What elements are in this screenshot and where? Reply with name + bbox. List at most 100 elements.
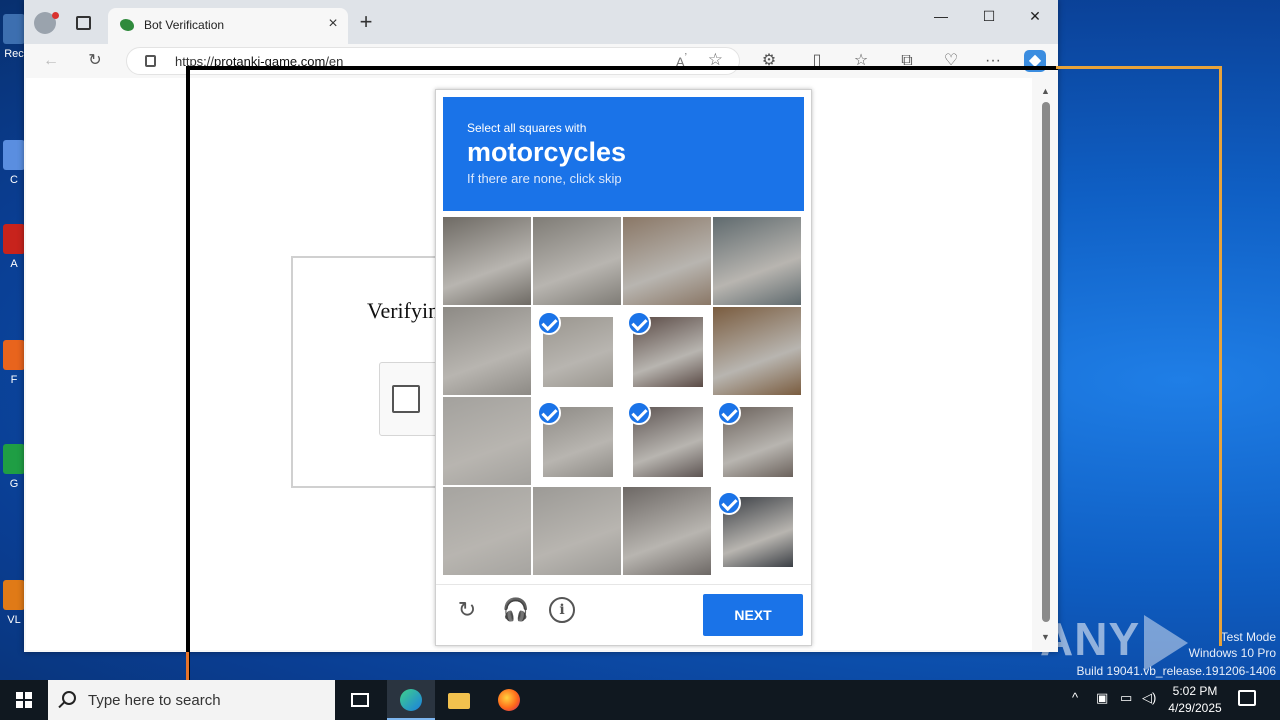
url-text: https://protanki-game.com/en bbox=[175, 54, 344, 69]
scrollbar-thumb[interactable] bbox=[1042, 102, 1050, 622]
tray-device-icon[interactable]: ▣ bbox=[1096, 690, 1108, 706]
maximize-button[interactable]: ☐ bbox=[966, 0, 1012, 32]
captcha-tile[interactable] bbox=[443, 307, 531, 395]
clock-date: 4/29/2025 bbox=[1168, 701, 1222, 715]
headphones-icon[interactable]: 🎧 bbox=[502, 597, 529, 623]
taskbar-edge[interactable] bbox=[387, 680, 435, 720]
shortcut-icon bbox=[3, 224, 25, 254]
extensions-icon[interactable]: ⚙ bbox=[758, 50, 780, 72]
captcha-tile[interactable] bbox=[713, 487, 801, 575]
favorite-star-icon[interactable]: ☆ bbox=[708, 50, 723, 70]
shortcut-label: F bbox=[10, 374, 18, 386]
captcha-tile-image bbox=[713, 307, 801, 395]
info-icon[interactable]: i bbox=[549, 597, 575, 623]
desktop-shortcut[interactable]: G bbox=[2, 444, 26, 490]
task-view-button[interactable] bbox=[336, 680, 384, 720]
volume-icon[interactable]: ◁) bbox=[1142, 690, 1156, 706]
anyrun-logo: ANYRUN bbox=[1040, 612, 1280, 680]
reload-icon[interactable]: ↻ bbox=[454, 597, 480, 623]
captcha-tile[interactable] bbox=[623, 217, 711, 305]
captcha-tile[interactable] bbox=[443, 487, 531, 575]
clock-time: 5:02 PM bbox=[1172, 684, 1218, 698]
copilot-icon[interactable]: ◆ bbox=[1024, 50, 1046, 72]
address-bar[interactable]: https://protanki-game.com/en Aʼ ☆ bbox=[126, 47, 740, 75]
scrollbar[interactable]: ▲ ▼ bbox=[1040, 84, 1052, 644]
site-favicon-icon bbox=[120, 19, 134, 31]
scroll-down-icon[interactable]: ▼ bbox=[1041, 632, 1050, 642]
scroll-up-icon[interactable]: ▲ bbox=[1041, 86, 1050, 96]
overlay-line-orange bbox=[186, 652, 189, 682]
captcha-tile[interactable] bbox=[443, 397, 531, 485]
captcha-tile-image bbox=[713, 217, 801, 305]
selected-check-icon bbox=[717, 401, 741, 425]
captcha-tile[interactable] bbox=[713, 217, 801, 305]
settings-more-icon[interactable]: ··· bbox=[982, 50, 1004, 72]
captcha-footer: ↻ 🎧 i NEXT bbox=[436, 584, 811, 646]
taskbar-file-explorer[interactable] bbox=[435, 680, 483, 720]
minimize-button[interactable]: — bbox=[918, 0, 964, 32]
captcha-instruction: Select all squares with bbox=[467, 121, 587, 135]
browser-essentials-icon[interactable]: ♡ bbox=[940, 50, 962, 72]
shortcut-label: G bbox=[9, 478, 19, 490]
selected-check-icon bbox=[627, 401, 651, 425]
selected-check-icon bbox=[627, 311, 651, 335]
captcha-tile[interactable] bbox=[533, 217, 621, 305]
captcha-tile-image bbox=[443, 217, 531, 305]
not-robot-checkbox[interactable] bbox=[392, 385, 420, 413]
selected-check-icon bbox=[537, 401, 561, 425]
shortcut-label: C bbox=[10, 174, 18, 186]
read-aloud-icon[interactable]: Aʼ bbox=[676, 52, 687, 69]
edge-icon bbox=[400, 689, 422, 711]
close-window-button[interactable]: ✕ bbox=[1012, 0, 1058, 32]
network-icon[interactable]: ▭ bbox=[1120, 690, 1132, 706]
taskbar-firefox[interactable] bbox=[485, 680, 533, 720]
captcha-tile[interactable] bbox=[443, 217, 531, 305]
tab-actions-icon[interactable] bbox=[76, 16, 91, 30]
captcha-tile[interactable] bbox=[713, 307, 801, 395]
tab-bar: Bot Verification × + — ☐ ✕ bbox=[24, 0, 1058, 44]
desktop-shortcut[interactable]: VL bbox=[2, 580, 26, 626]
back-arrow-icon[interactable]: ← bbox=[40, 50, 62, 72]
windows-logo-icon bbox=[16, 692, 32, 708]
search-placeholder: Type here to search bbox=[88, 692, 221, 709]
desktop-shortcut[interactable]: C bbox=[2, 140, 26, 186]
start-button[interactable] bbox=[0, 680, 48, 720]
taskbar-clock[interactable]: 5:02 PM 4/29/2025 bbox=[1160, 683, 1230, 717]
tab-close-icon[interactable]: × bbox=[324, 15, 342, 33]
captcha-tile[interactable] bbox=[623, 307, 711, 395]
desktop-shortcut[interactable]: Rec bbox=[2, 14, 26, 60]
favorites-icon[interactable]: ☆ bbox=[850, 50, 872, 72]
desktop-shortcut[interactable]: A bbox=[2, 224, 26, 270]
captcha-tile[interactable] bbox=[623, 487, 711, 575]
captcha-challenge: Select all squares with motorcycles If t… bbox=[435, 89, 812, 646]
captcha-tile-image bbox=[623, 487, 711, 575]
taskbar-search[interactable]: Type here to search bbox=[48, 680, 335, 720]
show-hidden-icons[interactable]: ^ bbox=[1072, 690, 1078, 705]
new-tab-button[interactable]: + bbox=[354, 10, 378, 34]
captcha-tile[interactable] bbox=[533, 487, 621, 575]
notifications-icon[interactable] bbox=[1238, 690, 1256, 706]
desktop-shortcut[interactable]: F bbox=[2, 340, 26, 386]
shortcut-icon bbox=[3, 340, 25, 370]
captcha-tile[interactable] bbox=[533, 397, 621, 485]
collections-icon[interactable]: ⧉ bbox=[896, 50, 918, 72]
shortcut-label: Rec bbox=[4, 48, 24, 60]
captcha-header: Select all squares with motorcycles If t… bbox=[443, 97, 804, 211]
search-icon bbox=[62, 691, 76, 705]
captcha-tile[interactable] bbox=[623, 397, 711, 485]
lock-icon[interactable] bbox=[145, 55, 156, 67]
captcha-image-grid bbox=[443, 217, 803, 577]
captcha-tile[interactable] bbox=[713, 397, 801, 485]
shortcut-icon bbox=[3, 580, 25, 610]
tab-bot-verification[interactable]: Bot Verification × bbox=[108, 8, 348, 44]
captcha-tile-image bbox=[533, 487, 621, 575]
next-button[interactable]: NEXT bbox=[703, 594, 803, 636]
split-screen-icon[interactable]: ▯ bbox=[806, 50, 828, 72]
captcha-tile-image bbox=[443, 487, 531, 575]
captcha-tile-image bbox=[533, 217, 621, 305]
navigation-toolbar: ← ↻ https://protanki-game.com/en Aʼ ☆ ⚙ … bbox=[24, 44, 1058, 78]
refresh-icon[interactable]: ↻ bbox=[84, 50, 106, 72]
task-view-icon bbox=[351, 693, 369, 707]
captcha-tile[interactable] bbox=[533, 307, 621, 395]
shortcut-icon bbox=[3, 140, 25, 170]
